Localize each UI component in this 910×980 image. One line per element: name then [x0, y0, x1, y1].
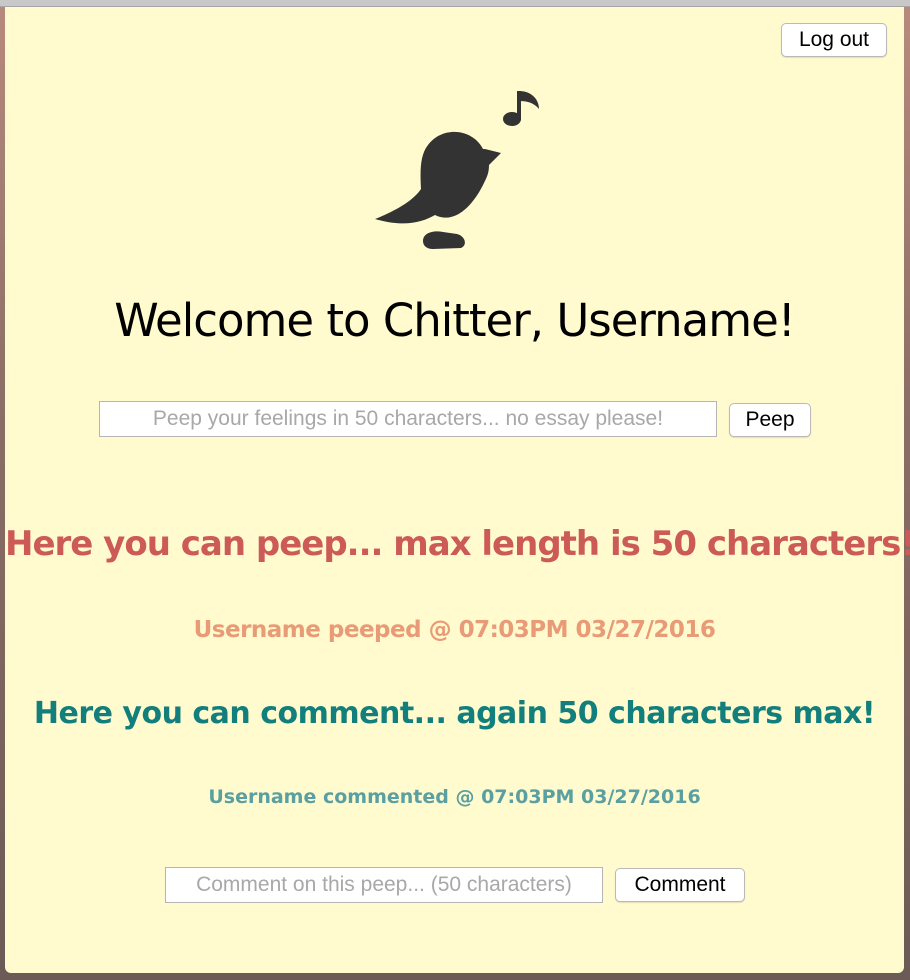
peep-meta: Username peeped @ 07:03PM 03/27/2016	[193, 617, 716, 643]
window-titlebar	[0, 0, 910, 7]
peep-button[interactable]: Peep	[729, 403, 811, 437]
singing-bird-logo-icon	[375, 91, 539, 249]
comment-button[interactable]: Comment	[615, 868, 745, 902]
comment-input[interactable]	[165, 867, 603, 903]
comment-meta: Username commented @ 07:03PM 03/27/2016	[208, 786, 701, 808]
peep-input[interactable]	[99, 401, 717, 437]
welcome-title: Welcome to Chitter, Username!	[114, 294, 796, 347]
comment-text: Here you can comment... again 50 charact…	[33, 696, 876, 731]
logout-button[interactable]: Log out	[781, 23, 887, 57]
app-window: Log out Welcome to Chitter, Username! Pe…	[5, 7, 910, 973]
peep-text: Here you can peep... max length is 50 ch…	[5, 524, 910, 564]
